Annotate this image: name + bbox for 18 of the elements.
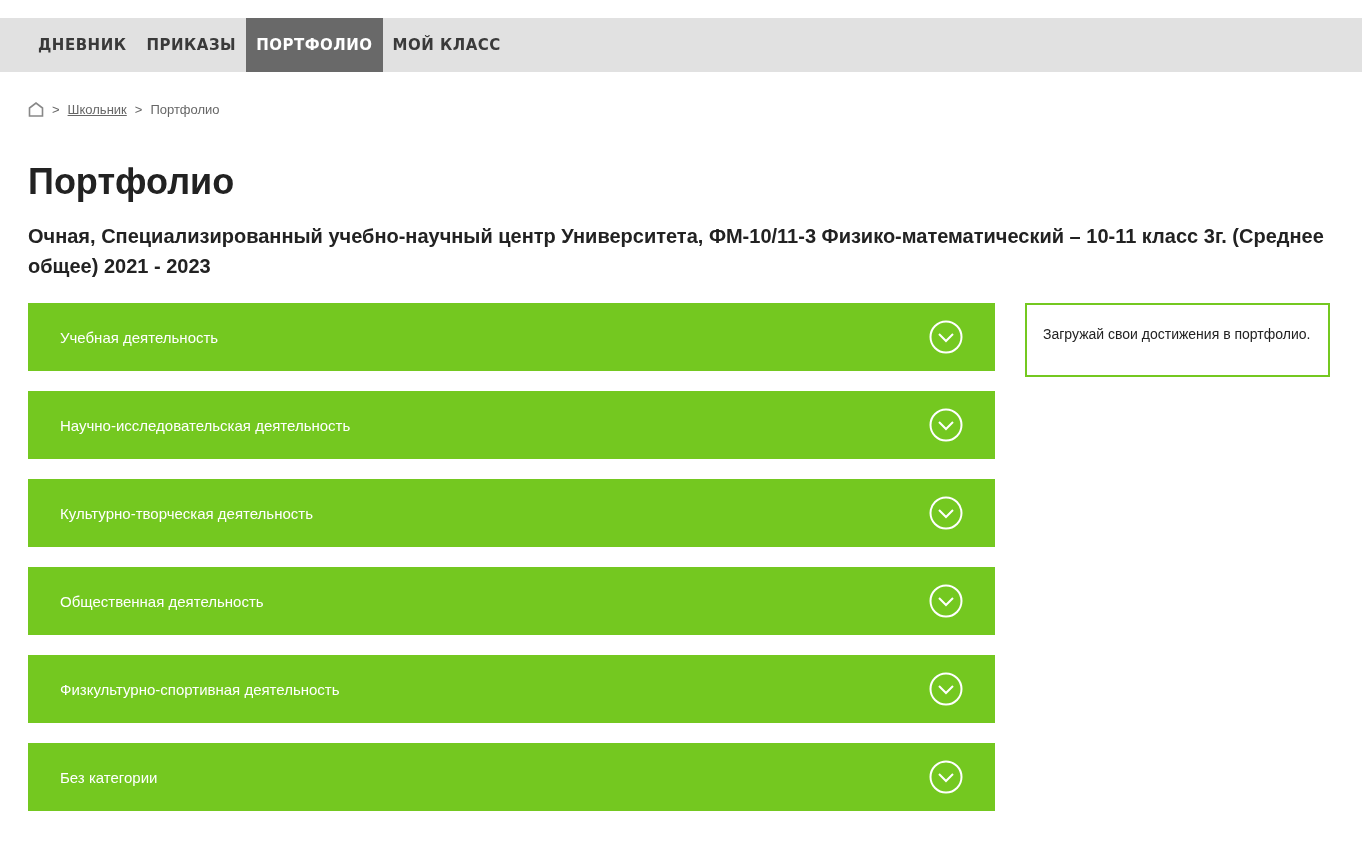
- home-icon[interactable]: [28, 102, 44, 117]
- accordion-header[interactable]: Культурно-творческая деятельность: [28, 479, 995, 547]
- nav-tab[interactable]: ДНЕВНИК: [28, 18, 137, 72]
- breadcrumb-separator: >: [134, 102, 143, 117]
- accordion-header[interactable]: Учебная деятельность: [28, 303, 995, 371]
- breadcrumb-current: Портфолио: [150, 102, 220, 117]
- nav-tab[interactable]: ПОРТФОЛИО: [246, 18, 383, 72]
- breadcrumb-link[interactable]: Школьник: [67, 102, 127, 117]
- page-title: Портфолио: [28, 161, 236, 203]
- accordion-header[interactable]: Научно-исследовательская деятельность: [28, 391, 995, 459]
- accordion-header[interactable]: Без категории: [28, 743, 995, 811]
- accordion-header[interactable]: Физкультурно-спортивная деятельность: [28, 655, 995, 723]
- nav-tab[interactable]: МОЙ КЛАСС: [382, 18, 511, 72]
- breadcrumb-separator: >: [52, 102, 60, 117]
- page-subtitle: Очная, Специализированный учебно-научный центр Университета, ФМ-10/11-3 Физико-математический – 10-11 класс 3г. (Среднее общее) 2021 - 2023: [28, 224, 1325, 279]
- nav-tab[interactable]: ПРИКАЗЫ: [136, 18, 247, 72]
- info-box: Загружай свои достижения в портфолио.: [1025, 303, 1330, 377]
- accordion-header[interactable]: Общественная деятельность: [28, 567, 995, 635]
